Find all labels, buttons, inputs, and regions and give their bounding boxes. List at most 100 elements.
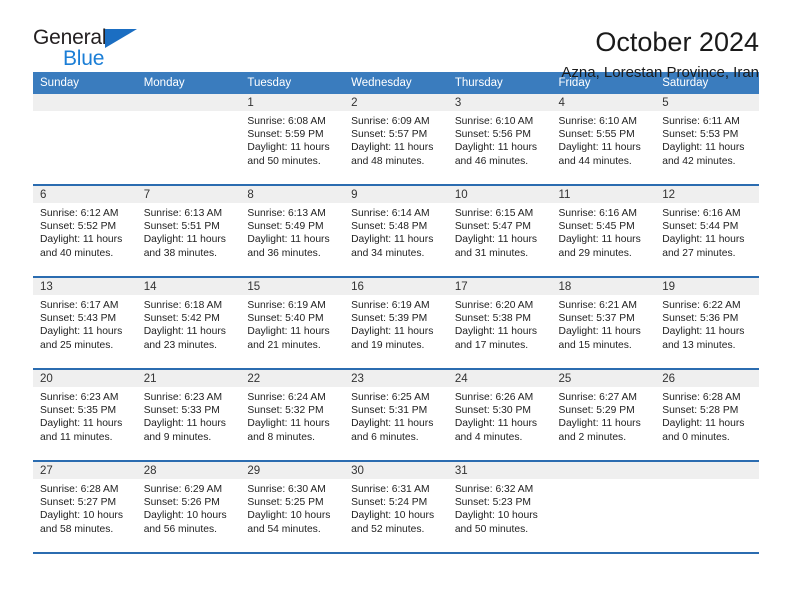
day-cell[interactable]: 22 Sunrise: 6:24 AM Sunset: 5:32 PM Dayl… bbox=[240, 369, 345, 462]
day-details: Sunrise: 6:10 AM Sunset: 5:56 PM Dayligh… bbox=[448, 111, 552, 168]
daylight-line2: and 44 minutes. bbox=[558, 155, 632, 167]
day-details: Sunrise: 6:16 AM Sunset: 5:45 PM Dayligh… bbox=[552, 203, 656, 260]
daylight-line2: and 38 minutes. bbox=[143, 247, 217, 259]
sunset-text: Sunset: 5:35 PM bbox=[40, 405, 117, 417]
day-cell[interactable]: 10 Sunrise: 6:15 AM Sunset: 5:47 PM Dayl… bbox=[447, 185, 552, 278]
day-cell[interactable]: 29 Sunrise: 6:30 AM Sunset: 5:25 PM Dayl… bbox=[240, 461, 345, 554]
day-cell[interactable]: 19 Sunrise: 6:22 AM Sunset: 5:36 PM Dayl… bbox=[655, 277, 759, 370]
sunset-text: Sunset: 5:38 PM bbox=[454, 313, 531, 325]
day-number bbox=[136, 94, 241, 111]
sunrise-text: Sunrise: 6:17 AM bbox=[40, 300, 119, 311]
day-number: 17 bbox=[447, 278, 552, 295]
day-cell[interactable]: 7 Sunrise: 6:13 AM Sunset: 5:51 PM Dayli… bbox=[136, 185, 241, 278]
week-row: 6 Sunrise: 6:12 AM Sunset: 5:52 PM Dayli… bbox=[33, 185, 759, 278]
day-cell[interactable]: 6 Sunrise: 6:12 AM Sunset: 5:52 PM Dayli… bbox=[33, 185, 137, 278]
day-number: 7 bbox=[136, 186, 241, 203]
sunset-text: Sunset: 5:24 PM bbox=[351, 497, 428, 509]
day-cell[interactable]: 24 Sunrise: 6:26 AM Sunset: 5:30 PM Dayl… bbox=[447, 369, 552, 462]
day-details: Sunrise: 6:20 AM Sunset: 5:38 PM Dayligh… bbox=[448, 295, 552, 352]
daylight-line2: and 27 minutes. bbox=[662, 247, 736, 259]
day-details: Sunrise: 6:18 AM Sunset: 5:42 PM Dayligh… bbox=[137, 295, 241, 352]
day-details: Sunrise: 6:17 AM Sunset: 5:43 PM Dayligh… bbox=[33, 295, 137, 352]
day-cell[interactable]: 20 Sunrise: 6:23 AM Sunset: 5:35 PM Dayl… bbox=[33, 369, 137, 462]
day-cell[interactable]: 15 Sunrise: 6:19 AM Sunset: 5:40 PM Dayl… bbox=[240, 277, 345, 370]
sunrise-text: Sunrise: 6:09 AM bbox=[351, 116, 430, 127]
day-number: 24 bbox=[447, 370, 552, 387]
sunset-text: Sunset: 5:51 PM bbox=[143, 221, 220, 233]
daylight-line2: and 23 minutes. bbox=[143, 339, 217, 351]
sunset-text: Sunset: 5:42 PM bbox=[143, 313, 220, 325]
day-cell[interactable]: 26 Sunrise: 6:28 AM Sunset: 5:28 PM Dayl… bbox=[655, 369, 759, 462]
day-cell[interactable]: 4 Sunrise: 6:10 AM Sunset: 5:55 PM Dayli… bbox=[551, 94, 656, 186]
day-number: 28 bbox=[136, 462, 241, 479]
day-cell[interactable]: 14 Sunrise: 6:18 AM Sunset: 5:42 PM Dayl… bbox=[136, 277, 241, 370]
sunset-text: Sunset: 5:48 PM bbox=[351, 221, 428, 233]
page-subtitle: Azna, Lorestan Province, Iran bbox=[561, 64, 759, 81]
daylight-line1: Daylight: 11 hours bbox=[247, 418, 330, 430]
weekday-header-wednesday: Wednesday bbox=[344, 72, 448, 94]
day-cell[interactable]: 3 Sunrise: 6:10 AM Sunset: 5:56 PM Dayli… bbox=[447, 94, 552, 186]
sunset-text: Sunset: 5:26 PM bbox=[143, 497, 220, 509]
day-number: 30 bbox=[344, 462, 448, 479]
day-cell[interactable]: 23 Sunrise: 6:25 AM Sunset: 5:31 PM Dayl… bbox=[344, 369, 448, 462]
day-cell[interactable]: 9 Sunrise: 6:14 AM Sunset: 5:48 PM Dayli… bbox=[344, 185, 448, 278]
page-header: General Blue October 2024 Azna, Lorestan… bbox=[33, 0, 759, 81]
day-cell[interactable]: 18 Sunrise: 6:21 AM Sunset: 5:37 PM Dayl… bbox=[551, 277, 656, 370]
daylight-line2: and 11 minutes. bbox=[40, 431, 113, 443]
day-cell[interactable]: 12 Sunrise: 6:16 AM Sunset: 5:44 PM Dayl… bbox=[655, 185, 759, 278]
day-cell[interactable]: 13 Sunrise: 6:17 AM Sunset: 5:43 PM Dayl… bbox=[33, 277, 137, 370]
sunrise-text: Sunrise: 6:25 AM bbox=[351, 392, 430, 403]
day-cell[interactable]: 16 Sunrise: 6:19 AM Sunset: 5:39 PM Dayl… bbox=[344, 277, 448, 370]
daylight-line1: Daylight: 11 hours bbox=[247, 142, 330, 154]
day-cell[interactable]: 8 Sunrise: 6:13 AM Sunset: 5:49 PM Dayli… bbox=[240, 185, 345, 278]
sunrise-text: Sunrise: 6:32 AM bbox=[454, 484, 534, 495]
day-details: Sunrise: 6:14 AM Sunset: 5:48 PM Dayligh… bbox=[344, 203, 448, 260]
day-cell[interactable]: 31 Sunrise: 6:32 AM Sunset: 5:23 PM Dayl… bbox=[447, 461, 552, 554]
day-cell[interactable]: 21 Sunrise: 6:23 AM Sunset: 5:33 PM Dayl… bbox=[136, 369, 241, 462]
day-number: 20 bbox=[33, 370, 137, 387]
day-cell[interactable]: 27 Sunrise: 6:28 AM Sunset: 5:27 PM Dayl… bbox=[33, 461, 137, 554]
day-details: Sunrise: 6:31 AM Sunset: 5:24 PM Dayligh… bbox=[344, 479, 448, 536]
day-cell[interactable]: 17 Sunrise: 6:20 AM Sunset: 5:38 PM Dayl… bbox=[447, 277, 552, 370]
day-number: 25 bbox=[551, 370, 656, 387]
sunset-text: Sunset: 5:28 PM bbox=[662, 405, 739, 417]
sunset-text: Sunset: 5:40 PM bbox=[247, 313, 324, 325]
day-cell[interactable]: 2 Sunrise: 6:09 AM Sunset: 5:57 PM Dayli… bbox=[344, 94, 448, 186]
day-number: 6 bbox=[33, 186, 137, 203]
day-cell[interactable]: 5 Sunrise: 6:11 AM Sunset: 5:53 PM Dayli… bbox=[655, 94, 759, 186]
day-cell bbox=[136, 94, 241, 186]
sunset-text: Sunset: 5:44 PM bbox=[662, 221, 739, 233]
day-cell[interactable]: 30 Sunrise: 6:31 AM Sunset: 5:24 PM Dayl… bbox=[344, 461, 448, 554]
day-number: 13 bbox=[33, 278, 137, 295]
day-number: 26 bbox=[655, 370, 759, 387]
sunrise-text: Sunrise: 6:18 AM bbox=[143, 300, 223, 311]
daylight-line1: Daylight: 11 hours bbox=[662, 326, 745, 338]
daylight-line2: and 34 minutes. bbox=[351, 247, 425, 259]
daylight-line1: Daylight: 11 hours bbox=[454, 418, 538, 430]
daylight-line2: and 31 minutes. bbox=[454, 247, 529, 259]
day-cell bbox=[33, 94, 137, 186]
sunrise-text: Sunrise: 6:10 AM bbox=[558, 116, 637, 127]
day-number: 18 bbox=[551, 278, 656, 295]
week-row: 20 Sunrise: 6:23 AM Sunset: 5:35 PM Dayl… bbox=[33, 369, 759, 462]
day-details: Sunrise: 6:24 AM Sunset: 5:32 PM Dayligh… bbox=[240, 387, 344, 444]
sunrise-text: Sunrise: 6:28 AM bbox=[40, 484, 119, 495]
daylight-line2: and 42 minutes. bbox=[662, 155, 736, 167]
day-number bbox=[33, 94, 137, 111]
sunrise-text: Sunrise: 6:28 AM bbox=[662, 392, 741, 403]
week-row: 1 Sunrise: 6:08 AM Sunset: 5:59 PM Dayli… bbox=[33, 94, 759, 186]
weekday-header-tuesday: Tuesday bbox=[240, 72, 345, 94]
day-cell[interactable]: 25 Sunrise: 6:27 AM Sunset: 5:29 PM Dayl… bbox=[551, 369, 656, 462]
day-details: Sunrise: 6:22 AM Sunset: 5:36 PM Dayligh… bbox=[655, 295, 759, 352]
day-cell[interactable]: 28 Sunrise: 6:29 AM Sunset: 5:26 PM Dayl… bbox=[136, 461, 241, 554]
daylight-line2: and 8 minutes. bbox=[247, 431, 315, 443]
triangle-icon bbox=[105, 29, 137, 48]
day-cell[interactable]: 11 Sunrise: 6:16 AM Sunset: 5:45 PM Dayl… bbox=[551, 185, 656, 278]
day-number: 5 bbox=[655, 94, 759, 111]
day-cell[interactable]: 1 Sunrise: 6:08 AM Sunset: 5:59 PM Dayli… bbox=[240, 94, 345, 186]
sunrise-text: Sunrise: 6:16 AM bbox=[662, 208, 741, 219]
sunset-text: Sunset: 5:29 PM bbox=[558, 405, 635, 417]
day-number: 15 bbox=[240, 278, 345, 295]
day-details: Sunrise: 6:10 AM Sunset: 5:55 PM Dayligh… bbox=[552, 111, 656, 168]
sunset-text: Sunset: 5:30 PM bbox=[454, 405, 531, 417]
